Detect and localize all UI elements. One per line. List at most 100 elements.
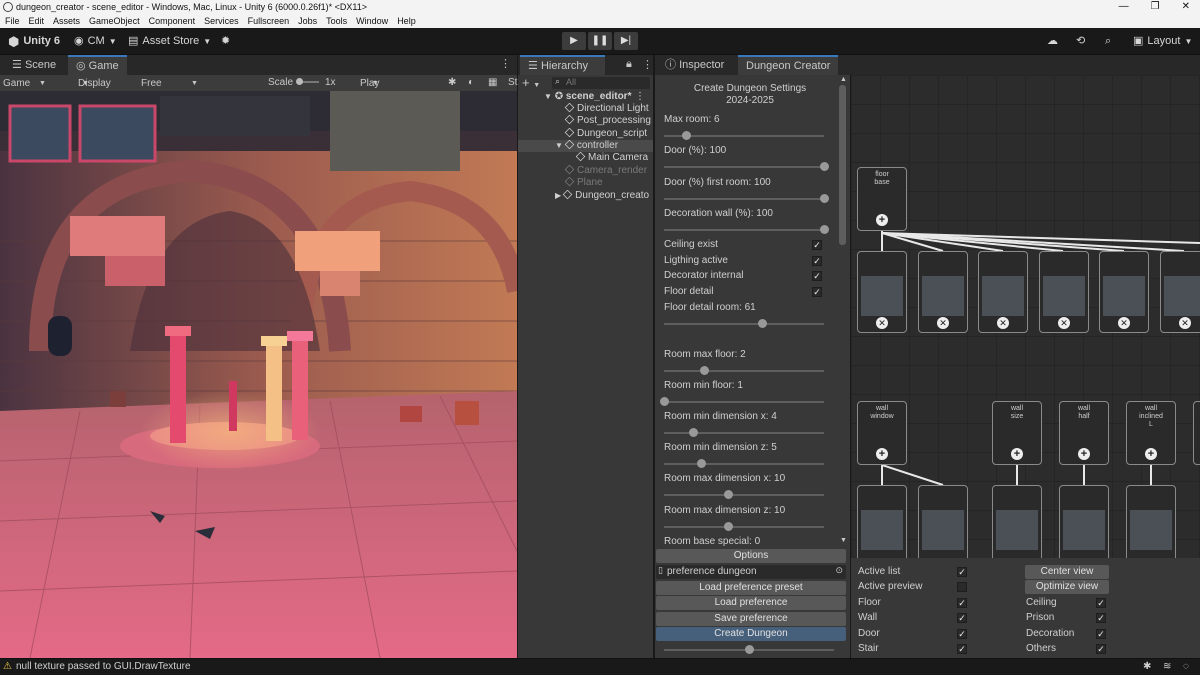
search-button[interactable]: ⌕ [1105,33,1111,50]
door-slider-knob[interactable] [820,162,829,171]
room-max-dim-x-slider-knob[interactable] [724,490,733,499]
asset-store-dropdown[interactable]: ▤ Asset Store ▼ [128,33,211,50]
wall-size-node[interactable]: wall size + [992,401,1042,465]
room-min-dim-z-slider[interactable] [664,459,824,468]
hierarchy-scene-row[interactable]: ▼ ✪ scene_editor* ⋮ [518,91,653,103]
load-preset-button[interactable]: Load preference preset [656,581,846,595]
room-min-floor-slider-knob[interactable] [660,397,669,406]
hierarchy-item[interactable]: Post_processing [518,115,653,127]
hierarchy-item[interactable]: Directional Light [518,103,653,115]
active-preview-checkbox[interactable] [957,582,967,592]
stats-toggle[interactable]: St [508,76,517,90]
room-max-floor-slider-knob[interactable] [700,366,709,375]
menu-assets[interactable]: Assets [53,14,80,28]
hierarchy-search[interactable]: ⌕ All [552,76,650,89]
wall-variant-node[interactable] [1059,485,1109,558]
wall-variant-node[interactable] [992,485,1042,558]
prison-checkbox[interactable]: ✓ [1096,613,1106,623]
tab-game[interactable]: ◎ Game [68,55,127,75]
gizmo-icon[interactable]: ▦ [488,76,497,90]
unity-button[interactable]: ⬢ Unity 6 [8,33,60,50]
floor-detail-room-slider-knob[interactable] [757,319,767,328]
menu-fullscreen[interactable]: Fullscreen [248,14,290,28]
floor-variant-node[interactable]: ✕ [978,251,1028,333]
door-slider[interactable] [664,162,829,171]
floor-detail-checkbox[interactable]: ✓ [812,287,822,297]
hierarchy-item[interactable]: Main Camera [518,152,653,164]
hierarchy-item[interactable]: Dungeon_script [518,128,653,140]
door-checkbox[interactable]: ✓ [957,629,967,639]
options-button[interactable]: Options [656,549,846,563]
menu-component[interactable]: Component [149,14,196,28]
scroll-down-icon[interactable]: ▼ [840,537,847,544]
layout-dropdown[interactable]: ▣ Layout ▼ [1133,33,1192,50]
layers-icon[interactable]: ≋ [1163,659,1171,675]
room-max-dim-x-slider[interactable] [664,490,824,499]
decoration-checkbox[interactable]: ✓ [1096,629,1106,639]
add-node-icon[interactable]: + [1145,448,1157,460]
menu-window[interactable]: Window [356,14,388,28]
close-button[interactable]: ✕ [1182,0,1190,14]
lock-icon[interactable]: 🔒︎ [626,58,632,71]
panel-menu-icon[interactable]: ⋮ [642,58,653,71]
menu-tools[interactable]: Tools [326,14,347,28]
status-bar[interactable]: ⚠ null texture passed to GUI.DrawTexture… [0,658,1200,675]
floor-base-node[interactable]: floor base + [857,167,907,231]
room-max-floor-slider[interactable] [664,366,824,375]
tab-hierarchy[interactable]: ☰ Hierarchy [520,55,605,75]
menu-edit[interactable]: Edit [29,14,45,28]
tab-inspector[interactable]: ⓘ Inspector [657,55,732,75]
wall-variant-node[interactable] [857,485,907,558]
menu-services[interactable]: Services [204,14,239,28]
others-checkbox[interactable]: ✓ [1096,644,1106,654]
remove-node-icon[interactable]: ✕ [876,317,888,329]
ceiling-checkbox[interactable]: ✓ [1096,598,1106,608]
debug-icon[interactable]: ✱ [1143,659,1151,675]
maximize-button[interactable]: ❐ [1151,0,1160,14]
room-max-dim-z-slider-knob[interactable] [724,522,733,531]
hierarchy-item[interactable]: Plane [518,177,653,189]
tab-scene[interactable]: ☰ Scene [4,55,64,75]
wall-variant-node[interactable] [918,485,968,558]
remove-node-icon[interactable]: ✕ [1058,317,1070,329]
decoration-wall-slider[interactable] [664,225,829,234]
active-list-checkbox[interactable]: ✓ [957,567,967,577]
scroll-up-icon[interactable]: ▲ [840,76,847,83]
hierarchy-item[interactable]: ▼ controller [518,140,653,152]
wall-half-node[interactable]: wall half + [1059,401,1109,465]
scale-slider-knob[interactable] [296,78,303,85]
ceiling-exist-checkbox[interactable]: ✓ [812,240,822,250]
wall-checkbox[interactable]: ✓ [957,613,967,623]
center-view-button[interactable]: Center view [1025,565,1109,579]
settings-scrollbar[interactable] [839,85,846,245]
audio-icon[interactable]: ◐ [468,76,474,90]
console-message[interactable]: null texture passed to GUI.DrawTexture [16,659,191,675]
wall-inclined-node[interactable]: wall inclined L + [1126,401,1176,465]
add-node-icon[interactable]: + [876,214,888,226]
step-button[interactable]: ▶| [614,32,638,50]
minimize-button[interactable]: — [1119,0,1129,14]
game-viewport[interactable] [0,91,517,658]
hierarchy-item[interactable]: ▶ Dungeon_creato [518,190,653,202]
tab-dungeon-creator[interactable]: Dungeon Creator [738,55,839,75]
bug-icon[interactable]: ✱ [448,76,456,90]
remove-node-icon[interactable]: ✕ [937,317,949,329]
save-preference-button[interactable]: Save preference [656,612,846,626]
remove-node-icon[interactable]: ✕ [997,317,1009,329]
create-dungeon-button[interactable]: Create Dungeon [656,627,846,641]
room-max-dim-z-slider[interactable] [664,522,824,531]
preference-field[interactable]: ▯ preference dungeon ⊙ [656,565,846,579]
bottom-slider[interactable] [664,645,834,654]
play-button[interactable]: ▶ [562,32,586,50]
lighting-active-checkbox[interactable]: ✓ [812,256,822,266]
room-min-floor-slider[interactable] [660,397,824,406]
floor-variant-node[interactable]: ✕ [1099,251,1149,333]
menu-gameobject[interactable]: GameObject [89,14,140,28]
max-room-slider-knob[interactable] [682,131,692,140]
account-dropdown[interactable]: ◉ CM ▼ [74,33,117,50]
menu-jobs[interactable]: Jobs [298,14,317,28]
menu-file[interactable]: File [5,14,20,28]
panel-menu-icon[interactable]: ⋮ [500,57,511,70]
hierarchy-item[interactable]: Camera_render [518,165,653,177]
floor-detail-room-slider[interactable] [664,319,824,328]
